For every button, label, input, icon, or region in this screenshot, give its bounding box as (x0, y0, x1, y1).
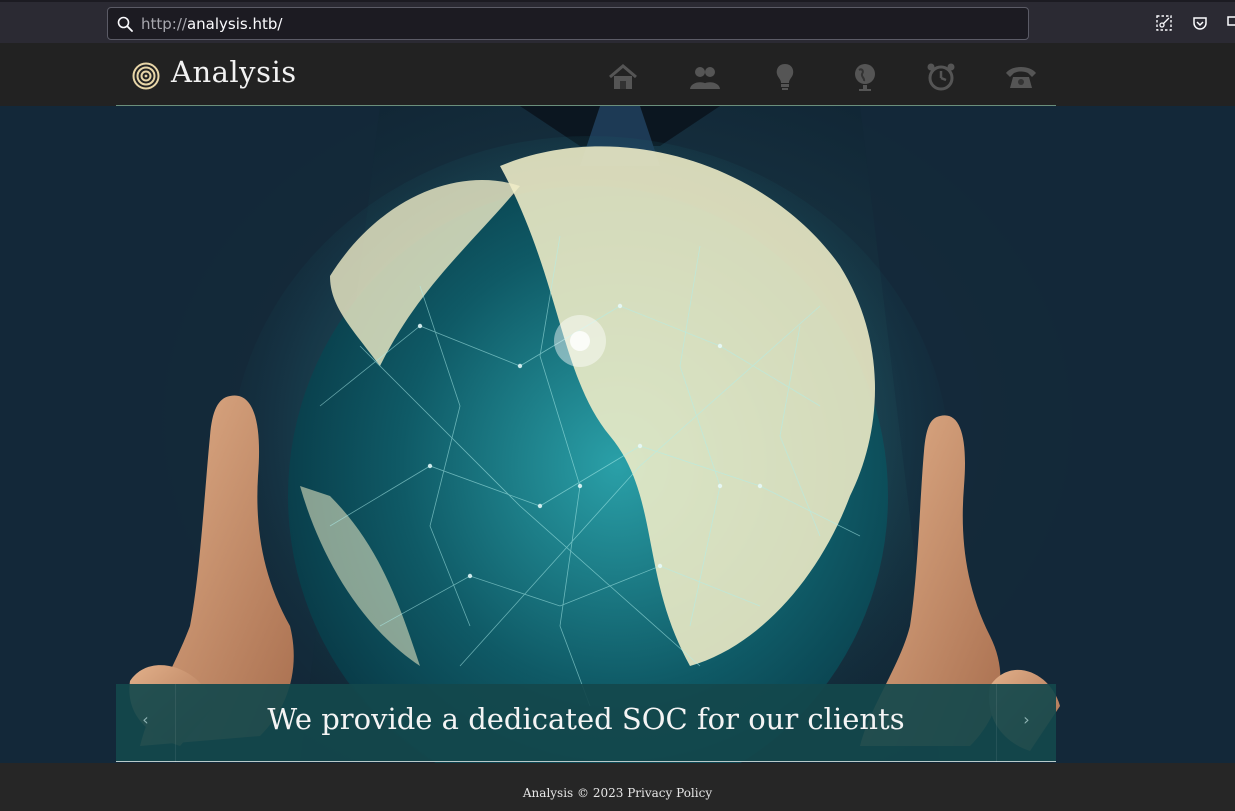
site-header: Analysis (0, 43, 1235, 106)
home-icon[interactable] (606, 61, 640, 93)
slide-caption: We provide a dedicated SOC for our clien… (267, 702, 905, 736)
hero-slider: ‹ We provide a dedicated SOC for our cli… (0, 106, 1235, 763)
site-footer: Analysis © 2023 Privacy Policy (0, 763, 1235, 811)
search-icon (117, 16, 133, 32)
browser-toolbar: http://analysis.htb/ (0, 0, 1235, 43)
slider-next-button[interactable]: › (996, 684, 1056, 762)
copyright-text: Analysis © 2023 (522, 786, 624, 800)
header-container: Analysis (116, 43, 1056, 106)
globe-icon[interactable] (848, 61, 882, 93)
users-icon[interactable] (688, 61, 722, 93)
lightbulb-icon[interactable] (768, 61, 802, 93)
slider-prev-button[interactable]: ‹ (116, 684, 176, 762)
site-brand[interactable]: Analysis (171, 55, 297, 89)
screenshot-icon[interactable] (1155, 14, 1173, 32)
alarm-clock-icon[interactable] (924, 61, 958, 93)
chevron-left-icon: ‹ (142, 710, 149, 729)
pocket-icon[interactable] (1191, 14, 1209, 32)
extensions-icon[interactable] (1226, 14, 1235, 32)
address-bar[interactable]: http://analysis.htb/ (107, 7, 1029, 40)
url-text: http://analysis.htb/ (141, 15, 283, 33)
chevron-right-icon: › (1023, 710, 1030, 729)
privacy-policy-link[interactable]: Privacy Policy (627, 786, 712, 800)
footer-copyright: Analysis © 2023 Privacy Policy (0, 786, 1235, 800)
phone-icon[interactable] (1004, 61, 1038, 93)
hero-image (0, 106, 1235, 763)
target-icon[interactable] (132, 62, 160, 90)
slide-caption-bar: ‹ We provide a dedicated SOC for our cli… (116, 684, 1056, 762)
